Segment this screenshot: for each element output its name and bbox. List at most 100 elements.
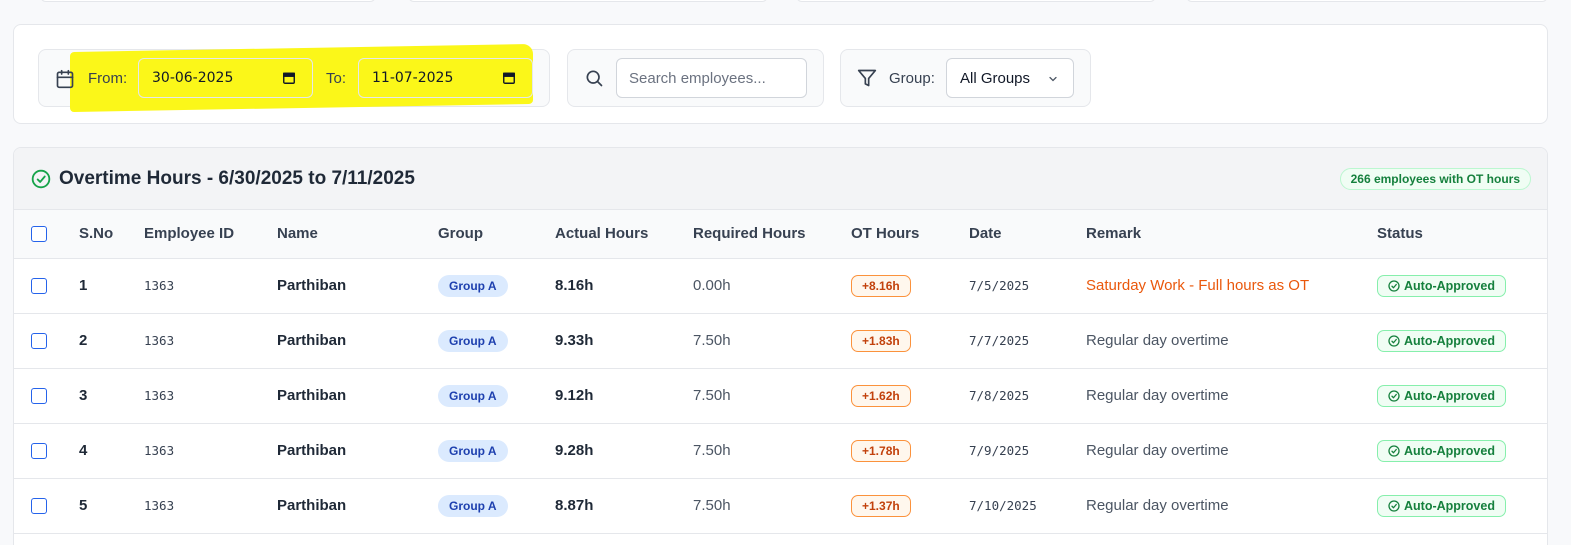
actual-hours: 9.33h — [555, 313, 693, 369]
column-header[interactable]: Required Hours — [693, 210, 851, 259]
ot-date: 7/5/2025 — [969, 258, 1086, 314]
status-badge: Auto-Approved — [1377, 384, 1506, 407]
employee-name: Parthiban — [277, 368, 438, 424]
status-label: Auto-Approved — [1404, 443, 1495, 458]
employee-id: 1363 — [144, 423, 277, 479]
table-body: 1 1363 Parthiban Group A 8.16h 0.00h +8.16h 7/5… — [14, 258, 1547, 534]
actual-hours: 8.87h — [555, 478, 693, 534]
column-header[interactable]: Name — [277, 210, 438, 259]
actual-hours: 9.12h — [555, 368, 693, 424]
column-header[interactable]: Employee ID — [144, 210, 277, 259]
search-input[interactable] — [616, 58, 807, 98]
column-header[interactable]: Date — [969, 210, 1086, 259]
ot-hours-badge: +1.37h — [851, 494, 911, 517]
filter-bar: From: 30-06-2025 To: 11-07-2025 Group: A… — [13, 24, 1548, 124]
table-row[interactable]: 1 1363 Parthiban Group A 8.16h 0.00h +8.16h 7/5… — [14, 258, 1547, 314]
status-label: Auto-Approved — [1404, 333, 1495, 348]
check-circle-icon — [1388, 499, 1400, 512]
from-date-value: 30-06-2025 — [152, 70, 234, 86]
employee-name: Parthiban — [277, 478, 438, 534]
row-checkbox[interactable] — [31, 333, 47, 350]
column-header[interactable]: Status — [1377, 210, 1547, 259]
row-select-cell — [14, 423, 79, 479]
column-header[interactable]: Remark — [1086, 210, 1377, 259]
select-all-checkbox[interactable] — [31, 226, 47, 243]
required-hours: 7.50h — [693, 478, 851, 534]
filter-icon — [857, 69, 877, 87]
group-badge: Group A — [438, 494, 508, 517]
status-cell: Auto-Approved — [1377, 478, 1547, 534]
ot-hours-badge: +1.83h — [851, 329, 911, 352]
calendar-icon — [56, 69, 74, 89]
status-badge: Auto-Approved — [1377, 329, 1506, 352]
group-badge: Group A — [438, 439, 508, 462]
serial-number: 5 — [79, 478, 144, 534]
search-icon — [586, 70, 603, 87]
row-checkbox[interactable] — [31, 498, 47, 515]
group-filter: Group: All Groups — [840, 49, 1091, 107]
check-circle-icon — [1388, 444, 1400, 457]
remark: Regular day overtime — [1086, 478, 1377, 534]
status-cell: Auto-Approved — [1377, 423, 1547, 479]
column-header[interactable]: Actual Hours — [555, 210, 693, 259]
status-badge: Auto-Approved — [1377, 274, 1506, 297]
search-filter — [567, 49, 824, 107]
serial-number: 4 — [79, 423, 144, 479]
status-badge: Auto-Approved — [1377, 439, 1506, 462]
row-checkbox[interactable] — [31, 278, 47, 295]
remark: Saturday Work - Full hours as OT — [1086, 258, 1377, 314]
required-hours: 0.00h — [693, 258, 851, 314]
table-row[interactable]: 5 1363 Parthiban Group A 8.87h 7.50h +1.37h 7/1… — [14, 478, 1547, 534]
group-cell: Group A — [438, 478, 555, 534]
table-row[interactable]: 2 1363 Parthiban Group A 9.33h 7.50h +1.83h 7/7… — [14, 313, 1547, 369]
actual-hours: 8.16h — [555, 258, 693, 314]
card-header: Overtime Hours - 6/30/2025 to 7/11/2025 … — [14, 148, 1547, 210]
group-cell: Group A — [438, 313, 555, 369]
calendar-picker-icon[interactable] — [282, 71, 296, 85]
table-row[interactable]: 4 1363 Parthiban Group A 9.28h 7.50h +1.78h 7/9… — [14, 423, 1547, 479]
summary-card-edge — [1186, 0, 1548, 2]
row-checkbox[interactable] — [31, 443, 47, 460]
ot-hours-cell: +1.62h — [851, 368, 969, 424]
column-header[interactable]: S.No — [79, 210, 144, 259]
check-circle-icon — [1388, 279, 1400, 292]
group-select[interactable]: All Groups — [946, 58, 1074, 98]
row-select-cell — [14, 313, 79, 369]
table-row[interactable]: 3 1363 Parthiban Group A 9.12h 7.50h +1.62h 7/8… — [14, 368, 1547, 424]
ot-hours-cell: +1.37h — [851, 478, 969, 534]
group-label: Group: — [889, 70, 935, 87]
required-hours: 7.50h — [693, 313, 851, 369]
check-circle-icon — [31, 169, 51, 189]
calendar-picker-icon[interactable] — [502, 71, 516, 85]
table-header-row: S.No Employee ID Name Group Actual Hours… — [14, 210, 1547, 259]
row-checkbox[interactable] — [31, 388, 47, 405]
row-select-cell — [14, 258, 79, 314]
to-date-value: 11-07-2025 — [372, 70, 454, 86]
group-badge: Group A — [438, 384, 508, 407]
ot-hours-badge: +8.16h — [851, 274, 911, 297]
employee-name: Parthiban — [277, 258, 438, 314]
check-circle-icon — [1388, 334, 1400, 347]
to-date-input[interactable]: 11-07-2025 — [358, 58, 533, 98]
ot-date: 7/8/2025 — [969, 368, 1086, 424]
overtime-table-card: Overtime Hours - 6/30/2025 to 7/11/2025 … — [13, 147, 1548, 545]
status-label: Auto-Approved — [1404, 278, 1495, 293]
actual-hours: 9.28h — [555, 423, 693, 479]
ot-hours-cell: +8.16h — [851, 258, 969, 314]
serial-number: 1 — [79, 258, 144, 314]
group-cell: Group A — [438, 368, 555, 424]
date-range-filter: From: 30-06-2025 To: 11-07-2025 — [38, 43, 550, 113]
page-title: Overtime Hours - 6/30/2025 to 7/11/2025 — [59, 168, 415, 189]
employee-name: Parthiban — [277, 423, 438, 479]
ot-count-badge: 266 employees with OT hours — [1339, 168, 1531, 190]
employee-id: 1363 — [144, 258, 277, 314]
group-cell: Group A — [438, 423, 555, 479]
ot-hours-cell: +1.78h — [851, 423, 969, 479]
status-cell: Auto-Approved — [1377, 258, 1547, 314]
chevron-down-icon — [1049, 76, 1057, 82]
column-header[interactable]: OT Hours — [851, 210, 969, 259]
serial-number: 2 — [79, 313, 144, 369]
summary-card-edge — [40, 0, 376, 2]
from-date-input[interactable]: 30-06-2025 — [138, 58, 313, 98]
column-header[interactable]: Group — [438, 210, 555, 259]
